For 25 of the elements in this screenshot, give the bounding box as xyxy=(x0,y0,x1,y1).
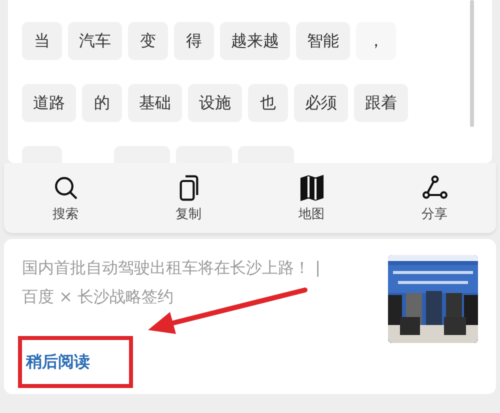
word-chip[interactable]: 当 xyxy=(22,22,62,60)
word-chip[interactable]: 跟着 xyxy=(354,84,408,122)
word-chip[interactable]: 汽车 xyxy=(68,22,122,60)
map-icon xyxy=(298,174,326,202)
word-chip[interactable]: 变 xyxy=(128,22,168,60)
word-chip[interactable]: 设施 xyxy=(188,84,242,122)
share-button[interactable]: 分享 xyxy=(373,163,496,233)
share-icon xyxy=(420,174,448,202)
punctuation-chip[interactable]: ， xyxy=(356,22,396,60)
search-button[interactable]: 搜索 xyxy=(4,163,127,233)
word-chip[interactable]: 得 xyxy=(174,22,214,60)
word-chip[interactable]: 基础 xyxy=(128,84,182,122)
scrollbar[interactable] xyxy=(470,0,474,127)
word-chip[interactable]: 也 xyxy=(248,84,288,122)
article-title-line: 国内首批自动驾驶出租车将在长沙上路！ | xyxy=(22,257,320,279)
article-title-line: 百度 × 长沙战略签约 xyxy=(22,286,174,308)
word-chip[interactable]: 的 xyxy=(82,84,122,122)
read-later-link[interactable]: 稍后阅读 xyxy=(22,352,90,372)
word-chip[interactable]: 越来越 xyxy=(220,22,290,60)
word-chip[interactable]: 道路 xyxy=(22,84,76,122)
article-card[interactable]: 国内首批自动驾驶出租车将在长沙上路！ | 百度 × 长沙战略签约 稍后阅读 xyxy=(4,239,496,394)
map-button[interactable]: 地图 xyxy=(250,163,373,233)
word-chip[interactable]: 智能 xyxy=(296,22,350,60)
copy-button[interactable]: 复制 xyxy=(127,163,250,233)
word-chip[interactable]: 必须 xyxy=(294,84,348,122)
